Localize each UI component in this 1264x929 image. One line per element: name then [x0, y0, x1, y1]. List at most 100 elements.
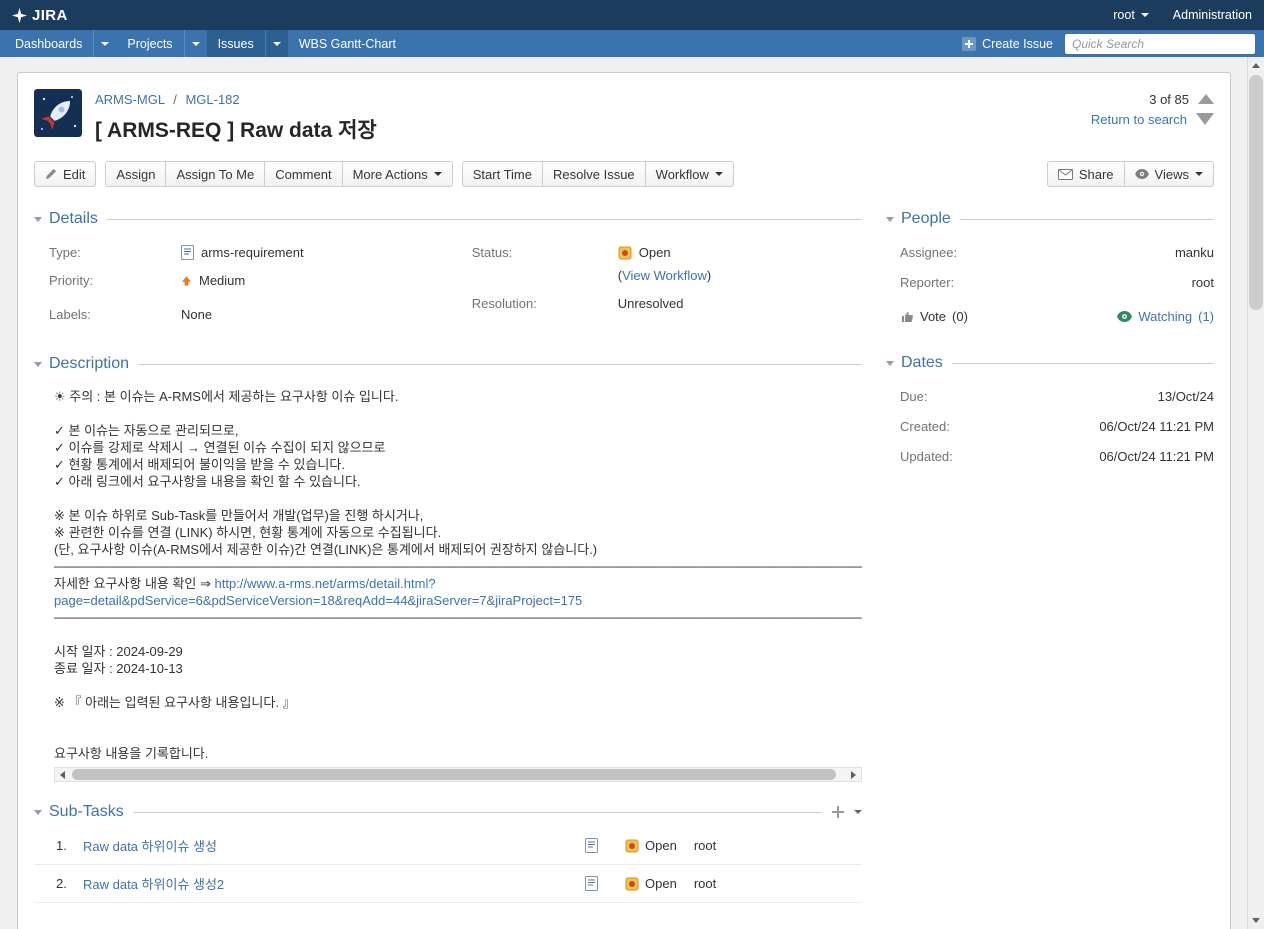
description-text: (단, 요구사항 이슈(A-RMS에서 제공한 이슈)간 연결(LINK)은 통… [54, 542, 597, 557]
issue-pager: 3 of 85 Return to search [1091, 89, 1214, 129]
issue-header: ARMS-MGL / MGL-182 [ ARMS-REQ ] Raw data… [34, 89, 1214, 144]
nav-item-dashboards[interactable]: Dashboards [4, 30, 116, 57]
subtasks-menu-caret-icon[interactable] [854, 810, 862, 814]
comment-button[interactable]: Comment [264, 161, 342, 187]
issue-type-document-icon [181, 245, 194, 260]
create-issue-button[interactable]: Create Issue [962, 37, 1053, 51]
collapse-details-icon[interactable] [34, 217, 42, 222]
add-subtask-icon[interactable] [831, 805, 845, 819]
subtask-assignee: root [694, 838, 716, 853]
scroll-down-arrow[interactable] [1248, 912, 1264, 929]
project-avatar-rocket-image [34, 89, 82, 137]
dashboards-dropdown[interactable] [93, 30, 116, 57]
previous-issue-arrow[interactable] [1198, 94, 1214, 104]
description-line: ※ 본 이슈 하위로 Sub-Task를 만들어서 개발(업무)을 진행 하시거… [54, 507, 862, 524]
description-text: ✓ 이슈를 강제로 삭제시 → 연결된 이슈 수집이 되지 않으므로 [54, 440, 385, 455]
chevron-down-icon [1141, 13, 1149, 17]
resolution-label: Resolution: [472, 295, 618, 312]
subtask-number: 2. [56, 876, 83, 891]
description-text: ✓ 본 이슈는 자동으로 관리되므로, [54, 423, 238, 438]
scroll-right-arrow[interactable] [846, 768, 861, 781]
jira-charlie-icon [12, 8, 27, 23]
collapse-people-icon[interactable] [886, 217, 894, 222]
vscroll-thumb[interactable] [1249, 75, 1263, 310]
subtask-row: 1. Raw data 하위이슈 생성 Open root [34, 827, 862, 865]
edit-button[interactable]: Edit [34, 161, 96, 187]
watching-link[interactable]: Watching (1) [1117, 309, 1214, 324]
description-line: 시작 일자 : 2024-09-29 [54, 643, 862, 660]
dates-section: Dates Due: 13/Oct/24 Created: 06/Oct/24 … [886, 354, 1214, 465]
user-menu[interactable]: root [1113, 8, 1149, 22]
return-to-search-link[interactable]: Return to search [1091, 112, 1187, 127]
vote-link[interactable]: Vote (0) [900, 309, 968, 324]
reporter-value: root [1192, 274, 1214, 291]
description-hscrollbar[interactable] [54, 767, 862, 782]
collapse-description-icon[interactable] [34, 362, 42, 367]
more-actions-button[interactable]: More Actions [342, 161, 453, 187]
assign-to-me-button[interactable]: Assign To Me [165, 161, 265, 187]
hscroll-thumb[interactable] [72, 769, 836, 780]
description-line: ────────────────────────────────────────… [54, 558, 862, 575]
updated-label: Updated: [900, 448, 953, 465]
collapse-subtasks-icon[interactable] [34, 810, 42, 815]
nav-item-wbs-gantt-chart[interactable]: WBS Gantt-Chart [288, 30, 407, 57]
issues-dropdown[interactable] [265, 30, 288, 57]
subtask-title-link[interactable]: Raw data 하위이슈 생성2 [83, 877, 224, 892]
scroll-left-arrow[interactable] [55, 768, 70, 781]
priority-label: Priority: [49, 272, 181, 289]
description-line: ✓ 이슈를 강제로 삭제시 → 연결된 이슈 수집이 되지 않으므로 [54, 439, 862, 456]
administration-link[interactable]: Administration [1173, 8, 1252, 22]
description-link[interactable]: http://www.a-rms.net/arms/detail.html? [215, 576, 436, 591]
description-line [54, 677, 862, 694]
view-workflow-link[interactable]: View Workflow [622, 268, 707, 283]
collapse-dates-icon[interactable] [886, 361, 894, 366]
ops-toolbar: Edit Assign Assign To Me Comment More Ac… [34, 161, 1214, 187]
share-button[interactable]: Share [1047, 161, 1125, 187]
scroll-up-arrow[interactable] [1248, 57, 1264, 74]
assign-button[interactable]: Assign [105, 161, 166, 187]
description-link[interactable]: page=detail&pdService=6&pdServiceVersion… [54, 593, 582, 608]
next-issue-arrow[interactable] [1196, 113, 1214, 125]
due-label: Due: [900, 388, 927, 405]
thumbs-up-icon [900, 310, 914, 324]
breadcrumb-issue-key-link[interactable]: MGL-182 [185, 92, 239, 107]
vertical-scrollbar[interactable] [1247, 57, 1264, 929]
subtask-status-label: Open [645, 838, 677, 853]
projects-dropdown[interactable] [184, 30, 207, 57]
section-rule [952, 363, 1214, 364]
description-line [54, 626, 862, 643]
workflow-button[interactable]: Workflow [645, 161, 734, 187]
description-text: ☀ 주의 : 본 이슈는 A-RMS에서 제공하는 요구사항 이슈 입니다. [54, 389, 398, 404]
nav-right: Create Issue [962, 30, 1264, 57]
jira-logo[interactable]: JIRA [12, 7, 68, 24]
description-line [54, 711, 862, 728]
description-text: ────────────────────────────────────────… [54, 559, 862, 574]
subtasks-section: Sub-Tasks 1. Raw data 하위이슈 생성 [34, 803, 862, 903]
people-section: People Assignee: manku Reporter: root [886, 210, 1214, 324]
pencil-icon [45, 168, 57, 180]
subtask-type-icon [585, 838, 598, 853]
details-section: Details Type: arms-requirem [34, 210, 862, 334]
subtask-status-open-icon [625, 877, 639, 891]
plus-icon [962, 37, 976, 51]
eye-icon [1135, 169, 1149, 179]
nav-item-projects[interactable]: Projects [116, 30, 206, 57]
section-rule [133, 812, 822, 813]
subtask-number: 1. [56, 838, 83, 853]
description-line: ────────────────────────────────────────… [54, 609, 862, 626]
start-time-button[interactable]: Start Time [462, 161, 543, 187]
jira-logo-text: JIRA [32, 7, 68, 24]
resolve-issue-button[interactable]: Resolve Issue [542, 161, 646, 187]
main-navigation: Dashboards Projects Issues WBS Gantt-Cha… [0, 30, 1264, 57]
pager-position: 3 of 85 [1149, 92, 1189, 107]
quick-search-input[interactable] [1065, 34, 1255, 54]
views-button[interactable]: Views [1124, 161, 1214, 187]
description-text: ✓ 현황 통계에서 배제되어 불이익을 받을 수 있습니다. [54, 457, 345, 472]
chevron-down-icon [273, 42, 281, 46]
page-background: ARMS-MGL / MGL-182 [ ARMS-REQ ] Raw data… [0, 57, 1247, 929]
description-text: ※ 본 이슈 하위로 Sub-Task를 만들어서 개발(업무)을 진행 하시거… [54, 508, 423, 523]
description-line [54, 490, 862, 507]
subtask-title-link[interactable]: Raw data 하위이슈 생성 [83, 839, 217, 854]
breadcrumb-project-link[interactable]: ARMS-MGL [95, 92, 165, 107]
nav-item-issues[interactable]: Issues [207, 30, 288, 57]
